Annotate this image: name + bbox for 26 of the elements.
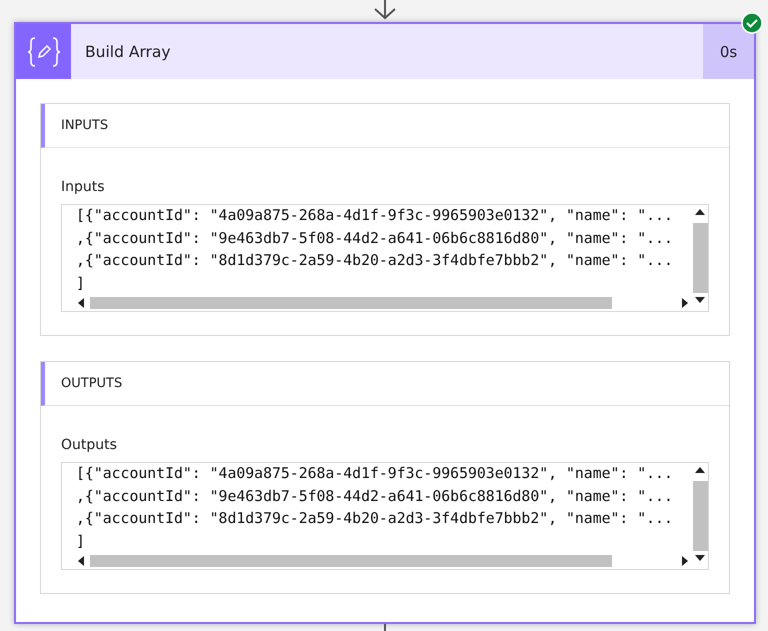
section-heading: OUTPUTS xyxy=(61,376,122,391)
code-line: ] xyxy=(76,532,85,552)
scroll-left-icon[interactable] xyxy=(78,556,85,566)
scroll-left-icon[interactable] xyxy=(78,298,85,308)
arrow-icon xyxy=(373,0,397,20)
code-field[interactable] xyxy=(61,204,709,312)
action-title: Build Array xyxy=(85,42,172,60)
field-label: Outputs xyxy=(61,437,117,453)
code-line: [{"accountId": "4a09a875-268a-4d1f-9f3c-9965903e0132", "name": "... xyxy=(76,464,673,484)
scroll-down-icon[interactable] xyxy=(695,297,705,304)
code-line: ,{"accountId": "8d1d379c-2a59-4b20-a2d3-3f4dbfe7bbb2", "name": "... xyxy=(76,509,673,529)
scroll-up-icon[interactable] xyxy=(695,209,705,216)
braces-pencil-icon xyxy=(26,36,60,68)
code-line: ,{"accountId": "9e463db7-5f08-44d2-a641-06b6c8816d80", "name": "... xyxy=(76,228,673,248)
code-line: ,{"accountId": "8d1d379c-2a59-4b20-a2d3-3f4dbfe7bbb2", "name": "... xyxy=(76,251,673,271)
scroll-right-icon[interactable] xyxy=(682,556,689,566)
code-line: [{"accountId": "4a09a875-268a-4d1f-9f3c-9965903e0132", "name": "... xyxy=(76,206,673,226)
field-label: Inputs xyxy=(61,179,105,195)
scroll-right-icon[interactable] xyxy=(682,298,689,308)
scroll-up-icon[interactable] xyxy=(695,467,705,474)
section-heading: INPUTS xyxy=(61,118,108,133)
code-field[interactable] xyxy=(61,462,709,570)
scroll-down-icon[interactable] xyxy=(695,555,705,562)
code-line: ,{"accountId": "9e463db7-5f08-44d2-a641-06b6c8816d80", "name": "... xyxy=(76,486,673,506)
code-line: ] xyxy=(76,274,85,294)
duration-label: 0s xyxy=(703,24,754,79)
